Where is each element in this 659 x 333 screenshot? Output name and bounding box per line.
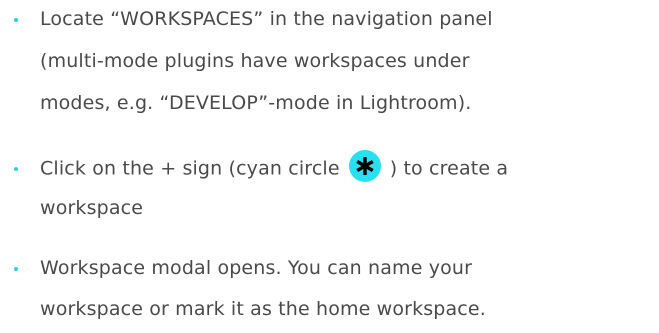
step-3-line-2: workspace or mark it as the home workspa… [40, 298, 486, 320]
asterisk-glyph [356, 157, 374, 175]
step-3-line-1: Workspace modal opens. You can name your [40, 257, 473, 279]
step-2-text-after: ) to create a [389, 157, 509, 180]
step-1-line-1: Locate “WORKSPACES” in the navigation pa… [40, 8, 493, 30]
step-2-text-before: Click on the + sign (cyan circle [40, 157, 340, 180]
step-1-line-3: modes, e.g. “DEVELOP”-mode in Lightroom)… [40, 92, 472, 114]
step-2-line-1: Click on the + sign (cyan circle ) to cre… [40, 150, 509, 182]
step-1-line-2: (multi-mode plugins have workspaces unde… [40, 50, 470, 72]
step-2-line-2: workspace [40, 197, 144, 219]
bullet-icon [14, 18, 18, 22]
bullet-icon [14, 267, 18, 271]
bullet-icon [14, 167, 18, 171]
asterisk-icon [348, 150, 381, 182]
